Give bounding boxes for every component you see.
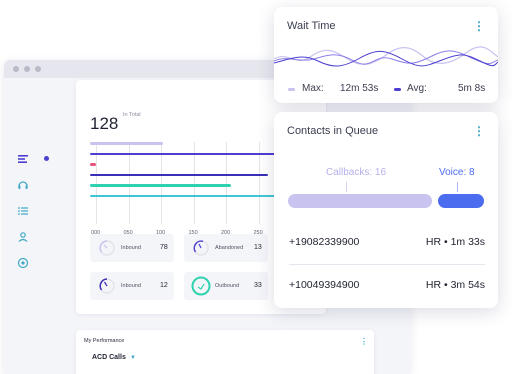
headset-icon[interactable] <box>17 179 29 191</box>
active-indicator <box>44 156 49 161</box>
list-icon[interactable] <box>17 205 29 217</box>
queue-row-number: +10049394900 <box>289 279 360 291</box>
ring-icon <box>191 276 211 296</box>
callbacks-pointer <box>346 182 347 192</box>
callbacks-label: Callbacks: 16 <box>326 167 387 178</box>
separator-dot: • <box>443 236 451 248</box>
more-options-icon[interactable]: ⋮ <box>473 125 485 137</box>
queue-row-dept: HR <box>425 236 442 248</box>
voice-label: Voice: 8 <box>439 167 475 178</box>
max-legend-swatch <box>288 88 295 91</box>
stat-value: 33 <box>254 282 262 289</box>
stat-inbound[interactable]: Inbound 78 <box>90 234 174 262</box>
total-caption: In Total <box>123 112 141 118</box>
queue-row-number: +19082339900 <box>289 236 360 248</box>
voice-pointer <box>457 182 458 192</box>
stat-abandoned[interactable]: Abandoned 13 <box>184 234 268 262</box>
bar <box>90 173 268 176</box>
queue-row-info: HR • 1m 33s <box>426 236 485 248</box>
performance-title: My Performance <box>84 338 125 344</box>
contacts-queue-title: Contacts in Queue <box>287 125 379 137</box>
stat-label: Inbound <box>121 283 141 289</box>
bar-list-icon[interactable] <box>17 153 29 165</box>
stat-value: 13 <box>254 244 262 251</box>
max-value: 12m 53s <box>340 83 379 94</box>
performance-panel: My Performance ⋮ ACD Calls ▼ <box>76 330 374 374</box>
stat-label: Outbound <box>215 283 240 289</box>
contacts-queue-card: Contacts in Queue ⋮ Callbacks: 16 Voice:… <box>274 112 498 308</box>
queue-row-time: 3m 54s <box>450 279 485 291</box>
voice-bar[interactable] <box>438 194 484 208</box>
wait-time-card: Wait Time ⋮ Max: 12m 53s Avg: 5m 8s <box>274 7 498 103</box>
wait-time-title: Wait Time <box>287 20 336 32</box>
total-value: 128 <box>90 114 119 133</box>
performance-select[interactable]: ACD Calls <box>92 354 126 361</box>
stat-outbound[interactable]: Outbound 33 <box>184 272 268 300</box>
stat-value: 12 <box>160 282 168 289</box>
wait-time-wave <box>274 46 498 67</box>
gauge-icon <box>99 240 115 256</box>
window-dot[interactable] <box>13 66 19 72</box>
gauge-icon <box>193 240 209 256</box>
callbacks-bar[interactable] <box>288 194 432 208</box>
avg-label: Avg: <box>407 83 427 94</box>
more-options-icon[interactable]: ⋮ <box>473 20 485 32</box>
target-icon[interactable] <box>17 257 29 269</box>
avg-legend-swatch <box>394 88 401 91</box>
bar <box>90 194 304 197</box>
user-icon[interactable] <box>17 231 29 243</box>
max-label: Max: <box>302 83 324 94</box>
avg-value: 5m 8s <box>458 83 486 94</box>
separator-dot: • <box>443 279 451 291</box>
bar <box>90 142 163 145</box>
row-divider <box>289 264 485 265</box>
stat-inbound-2[interactable]: Inbound 12 <box>90 272 174 300</box>
stat-label: Inbound <box>121 245 141 251</box>
queue-row-dept: HR <box>425 279 442 291</box>
queue-row-time: 1m 33s <box>450 236 485 248</box>
window-dot[interactable] <box>35 66 41 72</box>
bar <box>90 152 304 155</box>
bar <box>90 184 232 187</box>
more-options-icon[interactable]: ⋮ <box>360 336 368 348</box>
chevron-down-icon[interactable]: ▼ <box>130 355 136 361</box>
bar <box>90 163 97 166</box>
stat-value: 78 <box>160 244 168 251</box>
gauge-icon <box>99 278 115 294</box>
queue-row-info: HR • 3m 54s <box>426 279 485 291</box>
window-dot[interactable] <box>24 66 30 72</box>
stat-label: Abandoned <box>215 245 244 251</box>
